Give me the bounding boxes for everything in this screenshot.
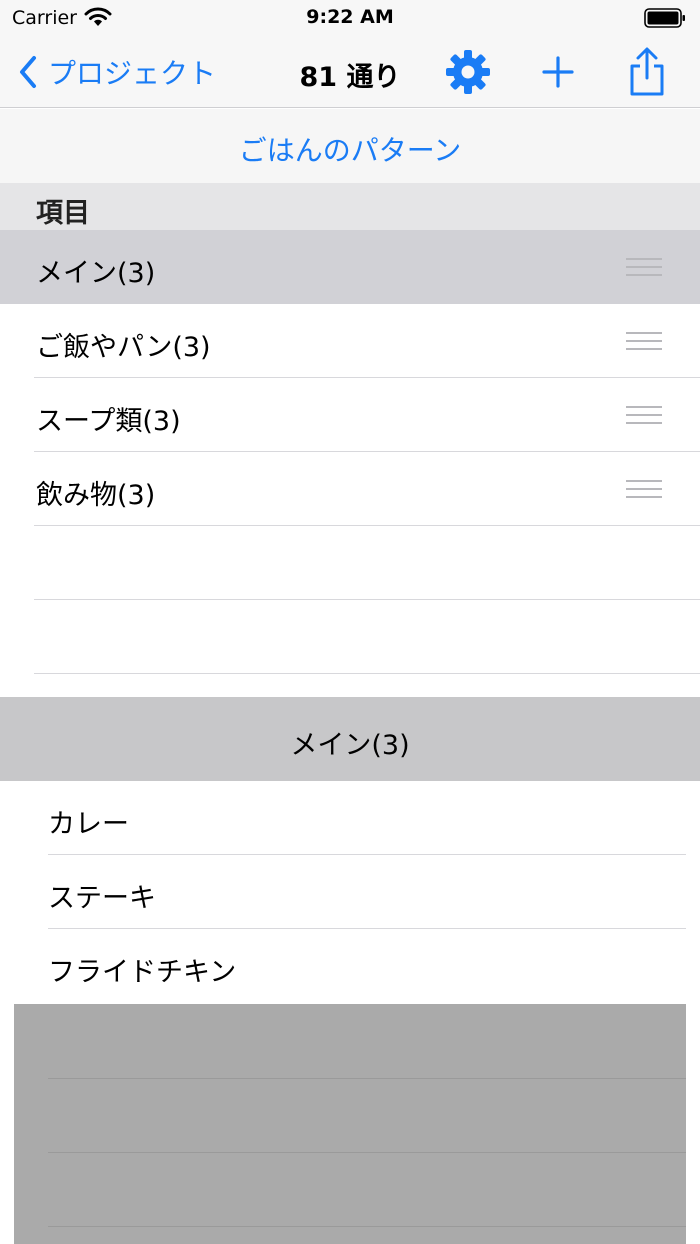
status-time: 9:22 AM — [306, 6, 394, 28]
option-item[interactable]: カレー — [0, 781, 700, 855]
list-item[interactable]: ご飯やパン(3) — [0, 304, 700, 378]
row-separator — [48, 1226, 686, 1227]
row-separator — [48, 1078, 686, 1079]
row-separator — [48, 1152, 686, 1153]
option-label: ステーキ — [48, 883, 156, 914]
back-button[interactable]: プロジェクト — [18, 50, 216, 94]
option-item[interactable]: ステーキ — [0, 855, 700, 929]
reorder-icon[interactable] — [626, 480, 662, 500]
share-button[interactable] — [624, 44, 670, 98]
option-item[interactable]: フライドチキン — [0, 929, 700, 1003]
list-item-label: ご飯やパン(3) — [36, 332, 211, 363]
row-separator — [34, 673, 700, 674]
reorder-icon[interactable] — [626, 332, 662, 352]
list-item[interactable]: メイン(3) — [0, 230, 700, 304]
dimmed-overlay — [14, 1004, 686, 1244]
add-button[interactable] — [536, 48, 580, 96]
option-label: フライドチキン — [48, 957, 237, 988]
list-item-label: メイン(3) — [36, 258, 156, 289]
subtitle-bar: ごはんのパターン — [0, 109, 700, 183]
list-item[interactable]: スープ類(3) — [0, 378, 700, 452]
pattern-title-link[interactable]: ごはんのパターン — [239, 129, 462, 169]
section-header: 項目 — [0, 183, 700, 230]
battery-icon — [644, 8, 685, 28]
detail-header-label: メイン(3) — [290, 730, 410, 761]
section-header-label: 項目 — [36, 198, 90, 229]
share-icon — [630, 47, 664, 96]
reorder-icon[interactable] — [626, 406, 662, 426]
chevron-left-icon — [20, 56, 36, 88]
back-label: プロジェクト — [48, 57, 217, 90]
navigation-bar: プロジェクト 81 通り — [0, 36, 700, 108]
list-item-label: スープ類(3) — [36, 406, 181, 437]
detail-header: メイン(3) — [0, 697, 700, 781]
gear-icon — [446, 50, 490, 94]
item-list: メイン(3) ご飯やパン(3) スープ類(3) 飲み物(3) — [0, 230, 700, 674]
list-item[interactable]: 飲み物(3) — [0, 452, 700, 526]
list-item-label: 飲み物(3) — [36, 480, 156, 511]
reorder-icon[interactable] — [626, 258, 662, 278]
status-bar: Carrier 9:22 AM — [0, 0, 700, 36]
empty-row — [0, 526, 700, 600]
option-list: カレー ステーキ フライドチキン — [0, 781, 700, 1003]
settings-button[interactable] — [444, 48, 492, 96]
option-label: カレー — [48, 809, 129, 840]
empty-row — [0, 600, 700, 674]
plus-icon — [542, 56, 574, 88]
